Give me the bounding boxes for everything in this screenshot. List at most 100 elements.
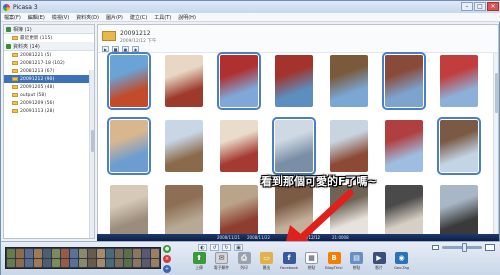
photo-thumbnail[interactable] [385,120,423,172]
hold-icon[interactable]: ● [163,245,171,253]
play-slideshow-button[interactable]: ▶ [102,46,109,52]
photo-thumbnail[interactable] [165,120,203,172]
folder-title[interactable]: 20091212 [120,30,151,37]
grid-scrollbar[interactable] [493,53,498,239]
tray-thumbnail[interactable] [16,249,24,258]
folder-item[interactable]: 20081221 (5) [4,51,94,59]
folder-item[interactable]: 20081213 (67) [4,67,94,75]
menu-view[interactable]: 檢視(V) [52,14,69,21]
folder-action-button[interactable]: ● [122,46,129,52]
tray-thumbnail[interactable] [7,258,15,267]
photo-thumbnail[interactable] [110,185,148,237]
tray-thumbnail[interactable] [97,249,105,258]
photo-thumbnail[interactable] [385,185,423,237]
tray-thumbnail[interactable] [88,258,96,267]
zoom-slider-knob[interactable] [462,243,467,252]
tray-thumbnail[interactable] [142,258,150,267]
blogthis-button[interactable]: B BlogThis! [324,252,344,275]
menu-create[interactable]: 建立(C) [130,14,147,21]
minimize-button[interactable]: – [461,2,473,11]
tray-thumbnail[interactable] [52,249,60,258]
scroll-thumb[interactable] [495,73,498,113]
view-button[interactable]: ▣ [234,244,243,251]
close-button[interactable]: ✕ [487,2,499,11]
export-button[interactable]: ▭ 匯出 [257,252,277,275]
photo-thumbnail[interactable] [165,185,203,237]
geotag-button[interactable]: ◉ Geo-Tag [392,252,412,275]
tray-thumbnail[interactable] [124,258,132,267]
menu-picture[interactable]: 圖片(P) [106,14,123,21]
tray-thumbnail[interactable] [70,249,78,258]
menu-folder[interactable]: 資料夾(D) [76,14,99,21]
photo-thumbnail[interactable] [220,120,258,172]
photo-thumbnail[interactable] [220,185,258,237]
facebook-button[interactable]: f Facebook [279,252,299,275]
photo-thumbnail[interactable] [107,117,151,175]
upload-button[interactable]: ⬆ 上傳 [189,252,209,275]
tray-thumbnail[interactable] [34,249,42,258]
email-button[interactable]: ✉ 電子郵件 [212,252,232,275]
tray-thumbnail[interactable] [115,249,123,258]
clear-icon[interactable]: × [163,255,171,263]
tray-thumbnail[interactable] [79,258,87,267]
tray-thumbnail[interactable] [43,249,51,258]
collage2-button[interactable]: ▤ 拼貼 [347,252,367,275]
photo-thumbnail[interactable] [330,120,368,172]
tray-thumbnail[interactable] [70,258,78,267]
tray-thumbnail[interactable] [25,258,33,267]
tray-thumbnail[interactable] [133,258,141,267]
scroll-thumb[interactable] [91,130,94,152]
collage-button[interactable]: ▦ 拼貼 [302,252,322,275]
tray-thumbnail[interactable] [115,258,123,267]
add-to-album-icon[interactable]: + [163,265,171,273]
tray-thumbnail[interactable] [43,258,51,267]
folder-item[interactable]: 20081217-18 (102) [4,59,94,67]
folder-action-button[interactable]: ◆ [132,46,139,52]
folder-action-button[interactable]: ■ [112,46,119,52]
star-button[interactable]: ◐ [198,244,207,251]
menu-file[interactable]: 檔案(F) [4,14,21,21]
folder-item[interactable]: 20091205 (48) [4,83,94,91]
tray-thumbnail[interactable] [124,249,132,258]
photo-thumbnail[interactable] [272,117,316,175]
tray-thumbnail[interactable] [151,258,159,267]
sidebar-scrollbar[interactable] [89,70,94,238]
photo-thumbnail[interactable] [440,55,478,107]
rotate-right-button[interactable]: ↻ [222,244,231,251]
folders-header[interactable]: 資料夾 (14) [4,42,94,51]
tray-thumbnail[interactable] [61,258,69,267]
print-button[interactable]: ⎙ 列印 [234,252,254,275]
collapse-icon[interactable] [6,26,11,32]
photo-thumbnail[interactable] [275,55,313,107]
photo-thumbnail[interactable] [330,55,368,107]
tray-thumbnail[interactable] [142,249,150,258]
folder-item[interactable]: output (58) [4,91,94,99]
tray-thumbnail[interactable] [106,249,114,258]
albums-header[interactable]: 相簿 (1) [4,25,94,34]
tray-thumbnail[interactable] [151,249,159,258]
zoom-slider[interactable] [442,243,482,252]
tray-thumbnail[interactable] [52,258,60,267]
rotate-left-button[interactable]: ↺ [210,244,219,251]
tray-thumbnail[interactable] [7,249,15,258]
photo-thumbnail[interactable] [107,52,151,110]
maximize-button[interactable]: □ [474,2,486,11]
tray-thumbnail[interactable] [106,258,114,267]
tray-thumbnail[interactable] [88,249,96,258]
album-item-recent[interactable]: 最近更新 (115) [4,34,94,42]
menu-help[interactable]: 說明(H) [178,14,196,21]
menu-edit[interactable]: 編輯(E) [28,14,45,21]
tray-thumbnail[interactable] [97,258,105,267]
photo-thumbnail[interactable] [382,52,426,110]
collapse-icon[interactable] [6,43,11,49]
folder-item[interactable]: 20091209 (56) [4,99,94,107]
movie-button[interactable]: ▶ 影片 [369,252,389,275]
menu-tools[interactable]: 工具(T) [154,14,171,21]
photo-thumbnail[interactable] [440,185,478,237]
photo-thumbnail[interactable] [217,52,261,110]
tray-thumbnail[interactable] [34,258,42,267]
photo-thumbnail[interactable] [437,117,481,175]
tray-thumbnail[interactable] [133,249,141,258]
tray-thumbnail[interactable] [16,258,24,267]
folder-item[interactable]: 20091212 (90) [4,75,94,83]
